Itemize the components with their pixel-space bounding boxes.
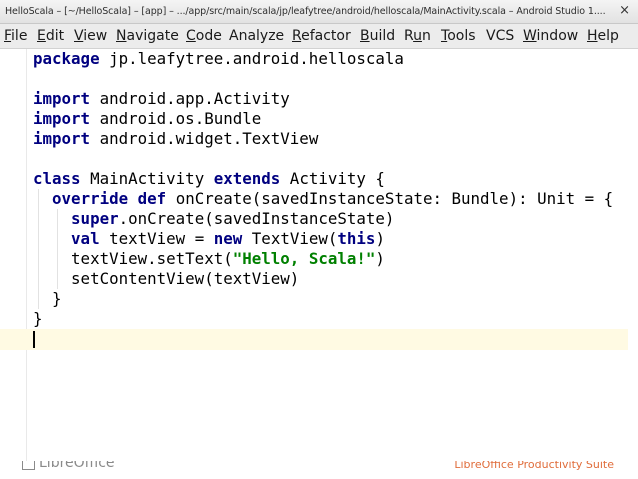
- code-keyword: import: [33, 89, 91, 108]
- menu-refactor[interactable]: Refactor: [292, 28, 351, 44]
- window-titlebar: HelloScala – [~/HelloScala] – [app] – ..…: [0, 0, 638, 24]
- code-keyword: this: [337, 229, 376, 248]
- menu-label-part: R: [404, 28, 414, 44]
- code-keyword: import: [33, 109, 91, 128]
- code-token: MainActivity: [80, 169, 214, 188]
- code-token: }: [33, 309, 43, 328]
- libreoffice-logo: LibreOffice: [22, 461, 115, 471]
- text-caret: [33, 331, 35, 348]
- code-keyword: val: [71, 229, 100, 248]
- code-token: ): [375, 249, 385, 268]
- code-token: .onCreate(savedInstanceState): [118, 209, 395, 228]
- menu-label-part: n: [421, 28, 431, 44]
- code-line: }: [33, 289, 62, 309]
- menu-mnemonic: H: [587, 28, 598, 44]
- menu-label-part: indow: [536, 28, 579, 44]
- menu-label-part: Analyze: [229, 28, 285, 44]
- menu-mnemonic: N: [116, 28, 127, 44]
- code-line: setContentView(textView): [33, 269, 299, 289]
- menu-label-part: uild: [369, 28, 396, 44]
- code-editor[interactable]: package jp.leafytree.android.helloscala i…: [0, 49, 638, 461]
- menu-label-part: dit: [45, 28, 65, 44]
- menu-build[interactable]: Build: [360, 28, 395, 44]
- code-keyword: def: [137, 189, 167, 208]
- code-keyword: override: [52, 189, 129, 208]
- menu-run[interactable]: Run: [404, 28, 431, 44]
- code-token: ): [375, 229, 385, 248]
- window-title: HelloScala – [~/HelloScala] – [app] – ..…: [5, 6, 605, 17]
- menu-mnemonic: u: [413, 28, 422, 44]
- code-line: }: [33, 309, 43, 329]
- code-token: }: [33, 289, 62, 308]
- menu-view[interactable]: View: [74, 28, 107, 44]
- code-line: val textView = new TextView(this): [33, 229, 385, 249]
- menu-mnemonic: C: [186, 28, 196, 44]
- code-line: textView.setText("Hello, Scala!"): [33, 249, 385, 269]
- close-icon[interactable]: ×: [619, 3, 630, 18]
- code-token: Activity {: [280, 169, 385, 188]
- slide-footer: LibreOffice LibreOffice Productivity Sui…: [0, 461, 638, 479]
- menu-analyze[interactable]: Analyze: [229, 28, 284, 44]
- current-line-highlight: [0, 329, 628, 350]
- menu-file[interactable]: File: [4, 28, 27, 44]
- code-token: TextView(: [242, 229, 338, 248]
- libreoffice-logo-text: LibreOffice: [39, 461, 115, 471]
- code-line: import android.app.Activity: [33, 89, 290, 109]
- code-token: onCreate(savedInstanceState: Bundle): Un…: [166, 189, 614, 208]
- code-keyword: super: [71, 209, 119, 228]
- code-token: setContentView(textView): [33, 269, 300, 288]
- menu-bar: File Edit View Navigate Code Analyze Refactor B…: [0, 24, 638, 49]
- code-line: super.onCreate(savedInstanceState): [33, 209, 394, 229]
- menu-mnemonic: W: [523, 28, 537, 44]
- menu-window[interactable]: Window: [523, 28, 578, 44]
- menu-label-part: avigate: [126, 28, 179, 44]
- code-token: textView.setText(: [33, 249, 233, 268]
- code-keyword: new: [213, 229, 243, 248]
- menu-navigate[interactable]: Navigate: [116, 28, 179, 44]
- code-keyword: package: [33, 49, 100, 68]
- editor-gutter: [26, 49, 27, 461]
- menu-help[interactable]: Help: [587, 28, 619, 44]
- menu-mnemonic: V: [74, 28, 84, 44]
- menu-code[interactable]: Code: [186, 28, 222, 44]
- code-keyword: import: [33, 129, 91, 148]
- code-keyword: class: [33, 169, 81, 188]
- menu-label-part: VCS: [486, 28, 515, 44]
- menu-label-part: ools: [447, 28, 476, 44]
- code-token: android.os.Bundle: [90, 109, 262, 128]
- menu-label-part: elp: [597, 28, 619, 44]
- menu-vcs[interactable]: VCS: [486, 28, 514, 44]
- menu-label-part: ode: [195, 28, 222, 44]
- code-keyword: extends: [213, 169, 281, 188]
- menu-mnemonic: B: [360, 28, 370, 44]
- menu-label-part: iew: [83, 28, 108, 44]
- menu-tools[interactable]: Tools: [441, 28, 476, 44]
- libreoffice-logo-icon: [22, 461, 35, 470]
- code-token: jp.leafytree.android.helloscala: [99, 49, 404, 68]
- code-line: override def onCreate(savedInstanceState…: [33, 189, 613, 209]
- menu-mnemonic: E: [37, 28, 46, 44]
- code-line: import android.os.Bundle: [33, 109, 261, 129]
- menu-mnemonic: F: [4, 28, 12, 44]
- libreoffice-suite-text: LibreOffice Productivity Suite: [454, 461, 614, 471]
- menu-mnemonic: R: [292, 28, 302, 44]
- code-string: "Hello, Scala!": [232, 249, 376, 268]
- menu-edit[interactable]: Edit: [37, 28, 64, 44]
- menu-label-part: ile: [11, 28, 28, 44]
- code-token: android.widget.TextView: [90, 129, 319, 148]
- code-line: import android.widget.TextView: [33, 129, 318, 149]
- code-line: class MainActivity extends Activity {: [33, 169, 385, 189]
- code-line: package jp.leafytree.android.helloscala: [33, 49, 404, 69]
- code-token: android.app.Activity: [90, 89, 290, 108]
- code-token: textView =: [99, 229, 214, 248]
- menu-label-part: efactor: [301, 28, 351, 44]
